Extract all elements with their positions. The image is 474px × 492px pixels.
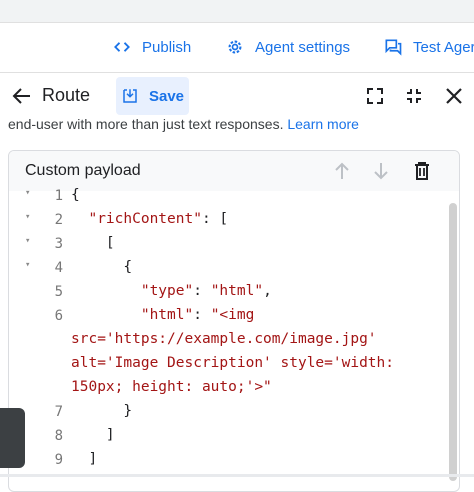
publish-button[interactable]: Publish (112, 23, 191, 71)
code-line: "type": "html", (140, 283, 272, 299)
line-number: ▾ 2 (25, 212, 63, 228)
publish-label: Publish (142, 38, 192, 56)
code-line: "richContent": [ (88, 211, 229, 227)
line-number: 5 (54, 284, 63, 300)
test-agent-label: Test Ager (413, 38, 474, 56)
code-line-wrap: src='https://example.com/image.jpg' (71, 331, 377, 347)
learn-more-link[interactable]: Learn more (287, 116, 359, 132)
fold-arrow-icon[interactable]: ▾ (25, 236, 30, 246)
editor-scrollbar[interactable] (449, 203, 457, 481)
close-icon[interactable] (442, 84, 466, 108)
top-strip (0, 0, 474, 23)
back-arrow-icon[interactable] (10, 84, 34, 108)
code-line-wrap: alt='Image Description' style='width: (71, 355, 395, 371)
code-line: ] (88, 451, 98, 467)
test-agent-button[interactable]: Test Ager (383, 23, 474, 71)
code-icon (114, 42, 130, 52)
line-number: ▾ 3 (25, 236, 63, 252)
code-line-wrap: 150px; height: auto;'>" (71, 379, 272, 395)
fold-arrow-icon[interactable]: ▾ (25, 212, 30, 222)
code-editor[interactable]: ▾ 1 ▾ 2 ▾ 3 ▾ 4 5 6 7 8 9 { "richContent": [… (9, 187, 459, 491)
agent-settings-button[interactable]: Agent settings (225, 23, 350, 71)
line-number: ▾ 1 (25, 188, 63, 204)
arrow-down-icon[interactable] (369, 159, 393, 183)
code-line: { (123, 259, 133, 275)
payload-title: Custom payload (25, 162, 141, 179)
gear-icon (228, 40, 242, 54)
agent-settings-label: Agent settings (255, 38, 351, 56)
line-number: ▾ 4 (25, 260, 63, 276)
save-icon (123, 89, 137, 103)
code-line: "html": "<img (140, 307, 255, 323)
top-toolbar: Publish Agent settings Test Ager (0, 23, 474, 71)
code-line: [ (105, 235, 115, 251)
route-header: Route Save (0, 74, 474, 118)
side-panel-tab[interactable] (0, 408, 25, 468)
line-number: 6 (54, 308, 63, 324)
save-button[interactable]: Save (116, 77, 189, 115)
delete-icon[interactable] (410, 159, 434, 183)
code-line: { (71, 187, 80, 203)
exit-fullscreen-icon[interactable] (402, 84, 426, 108)
code-line: ] (105, 427, 115, 443)
fullscreen-icon[interactable] (363, 84, 387, 108)
arrow-up-icon[interactable] (330, 159, 354, 183)
toolbar-divider (0, 72, 474, 73)
code-line: } (123, 403, 133, 419)
help-description: end-user with more than just text respon… (8, 116, 284, 132)
chat-icon (385, 39, 402, 56)
page-title: Route (42, 85, 91, 105)
save-label: Save (148, 87, 185, 105)
fold-arrow-icon[interactable]: ▾ (25, 260, 30, 270)
fold-arrow-icon[interactable]: ▾ (25, 188, 30, 198)
help-text: end-user with more than just text respon… (8, 116, 359, 132)
custom-payload-card: Custom payload ▾ 1 ▾ 2 ▾ 3 ▾ 4 5 6 7 8 9 { "… (8, 150, 460, 492)
payload-header: Custom payload (9, 151, 459, 191)
